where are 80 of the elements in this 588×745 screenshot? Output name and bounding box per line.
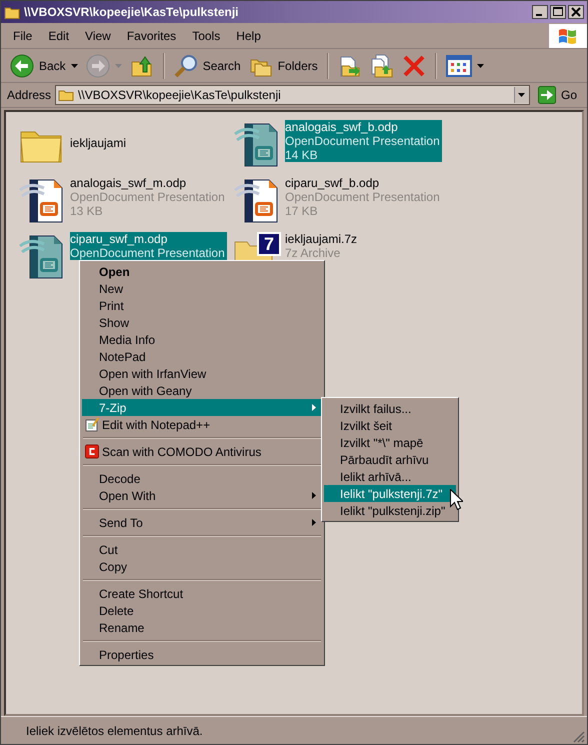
menu-item[interactable]: Ielikt "pulkstenji.7z" [324,485,456,502]
menu-item[interactable]: View [77,28,119,42]
file-type: OpenDocument Presentation [70,246,225,260]
file-name[interactable]: analogais_swf_b.odp [285,120,440,134]
badge-number: 7 [257,232,281,256]
delete-icon [402,54,426,78]
submenu-arrow-icon [312,519,316,526]
search-icon [174,54,198,78]
menu-item[interactable]: Cut [82,541,322,558]
menu-item[interactable]: Edit [40,28,78,42]
file-name[interactable]: ciparu_swf_b.odp [285,176,440,190]
menu-item[interactable]: File [1,28,40,42]
search-button[interactable]: Search [170,52,244,80]
submenu-arrow-icon [312,404,316,411]
window-title: \\VBOXSVR\kopeejie\KasTe\pulkstenji [24,5,240,19]
menu-item[interactable]: Copy [82,558,322,575]
menu-item[interactable]: Delete [82,602,322,619]
file-size: 14 KB [285,148,319,162]
file-name[interactable]: analogais_swf_m.odp [70,176,225,190]
caret-icon [70,64,78,68]
menu-item[interactable]: Favorites [118,28,184,42]
menu-item[interactable]: Help [228,28,269,42]
menu-item[interactable]: 7-Zip [82,399,322,416]
resize-grip-icon[interactable] [573,730,585,742]
minimize-icon[interactable] [532,5,548,19]
close-icon[interactable] [568,5,584,19]
menu-item[interactable]: Ielikt arhīvā... [324,468,456,485]
status-text: Ieliek izvēlētos elementus arhīvā. [26,724,204,738]
menu-item[interactable]: Scan with COMODO Antivirus [82,443,322,460]
back-button[interactable]: Back [7,52,81,80]
menu-item[interactable]: Open with Geany [82,382,322,399]
file-name[interactable]: ciparu_swf_m.odp [70,232,225,246]
folder-icon [58,88,74,102]
maximize-icon[interactable] [550,5,566,19]
move-to-folder-icon [338,54,362,78]
file-type: 7z Archive [285,246,342,260]
dropdown-button[interactable] [514,87,529,103]
views-icon [446,54,472,78]
folder-icon [4,6,20,18]
menu-item[interactable]: Pārbaudīt arhīvu [324,451,456,468]
file-type: OpenDocument Presentation [285,134,440,148]
back-icon [10,54,34,78]
menu-item[interactable]: NotePad [82,348,322,365]
forward-icon [86,54,110,78]
menu-item[interactable]: Show [82,314,322,331]
folder-up-icon [130,54,154,78]
file-size: 13 KB [70,204,104,218]
menu-item[interactable]: Open [82,263,322,280]
caret-icon [114,64,122,68]
menu-item[interactable]: Send To [82,514,322,531]
file-name[interactable]: iekljaujami.7z [285,232,358,246]
menu-item[interactable]: Create Shortcut [82,585,322,602]
folders-button[interactable]: Folders [246,52,321,80]
caret-icon [476,64,484,68]
menu-item[interactable]: Open with IrfanView [82,365,322,382]
shield-c-icon [85,444,99,459]
menu-item[interactable]: Izvilkt "*\" mapē [324,434,456,451]
file-size: 17 KB [285,204,319,218]
menu-item[interactable]: Tools [184,28,228,42]
file-type: OpenDocument Presentation [70,190,225,204]
menu-item[interactable]: Rename [82,619,322,636]
address-label: Address [7,88,52,102]
menu-item[interactable]: Izvilkt failus... [324,400,456,417]
file-type: OpenDocument Presentation [285,190,440,204]
address-field[interactable]: \\VBOXSVR\kopeejie\KasTe\pulkstenji [55,85,530,105]
menu-item[interactable]: Media Info [82,331,322,348]
menu-item[interactable]: Properties [82,646,322,663]
file-name[interactable]: iekljaujami [70,136,126,150]
menu-item[interactable]: Decode [82,470,322,487]
copy-to-folder-icon [370,54,394,78]
caret-icon [518,93,526,97]
arrow-right-icon [538,86,556,104]
menu-item[interactable]: Edit with Notepad++ [82,416,322,433]
menu-item[interactable]: Izvilkt šeit [324,417,456,434]
submenu-arrow-icon [312,492,316,499]
menu-item[interactable]: Open With [82,487,322,504]
menu-item[interactable]: New [82,280,322,297]
notepad-icon [85,417,99,432]
go-button[interactable]: Go [534,86,581,104]
menu-item[interactable]: Print [82,297,322,314]
